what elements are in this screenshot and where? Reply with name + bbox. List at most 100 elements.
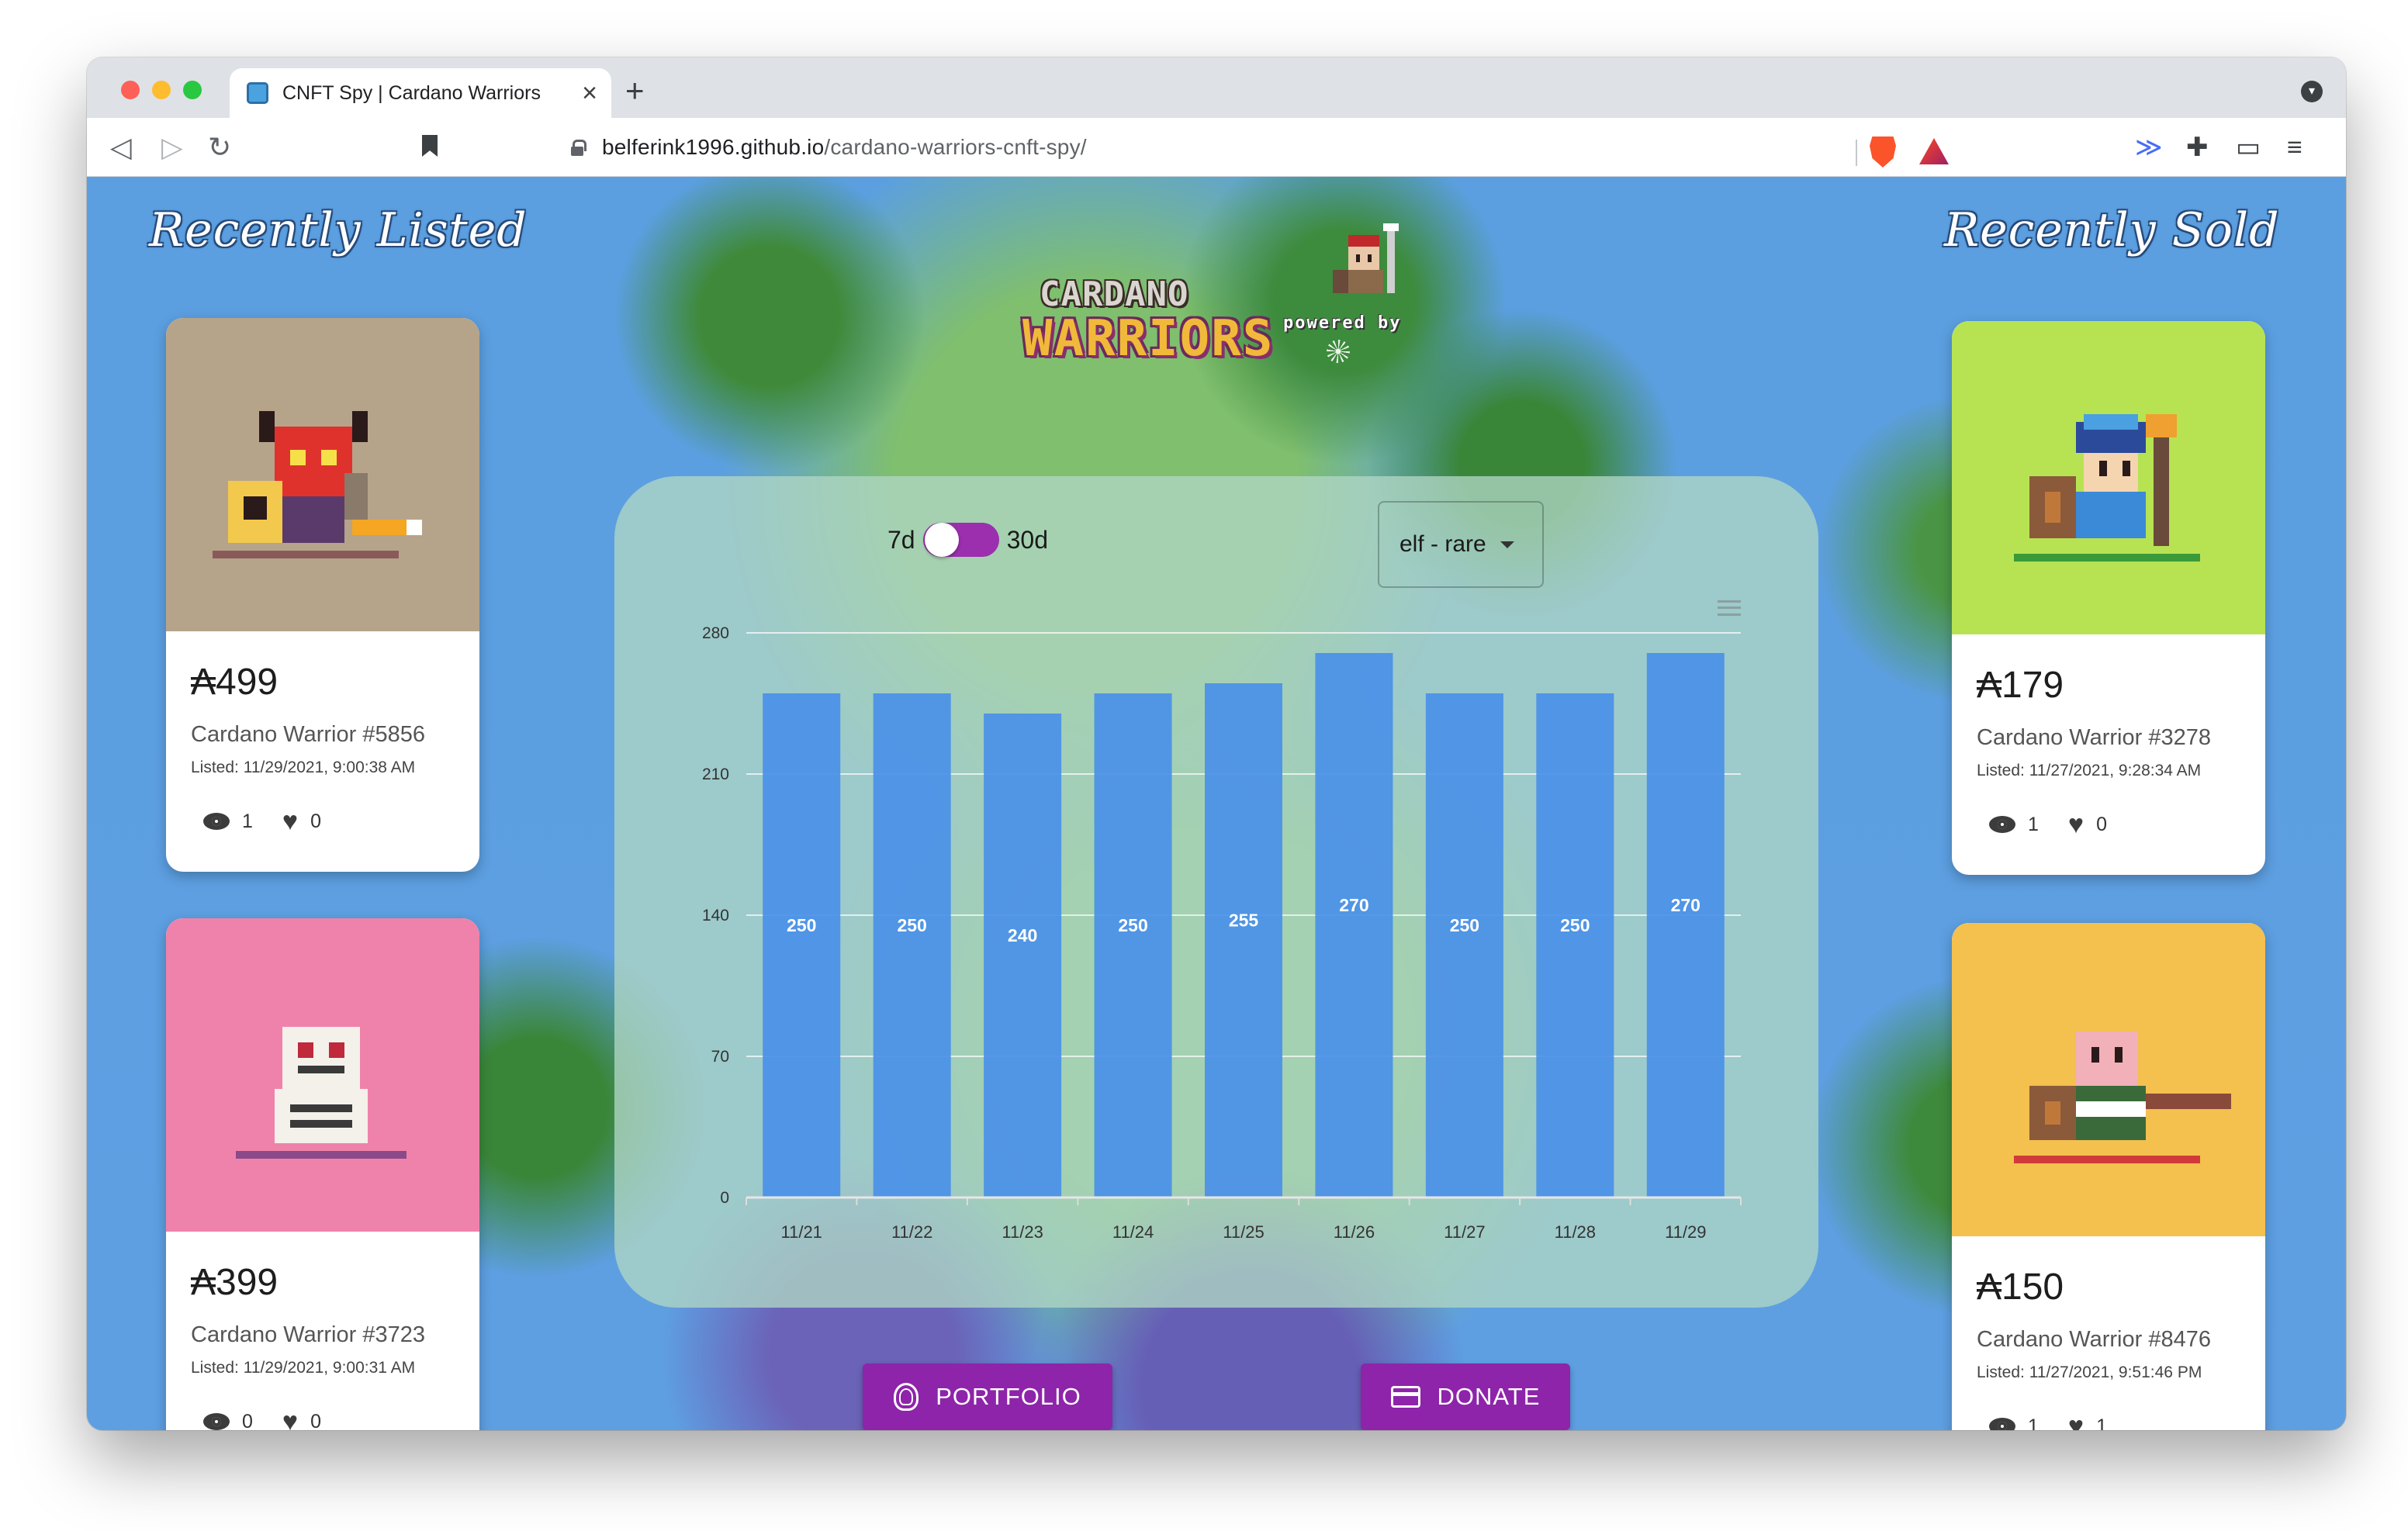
card-stats: 1 ♥ 1 [1977, 1413, 2240, 1430]
card-body: ₳179 Cardano Warrior #3278 Listed: 11/27… [1952, 634, 2265, 875]
skeleton-warrior-sprite [236, 1027, 407, 1159]
browser-tab[interactable]: CNFT Spy | Cardano Warriors × [230, 68, 611, 118]
wallet-icon[interactable]: ▭ [2236, 132, 2261, 163]
portfolio-label: PORTFOLIO [936, 1383, 1081, 1410]
heart-icon[interactable]: ♥ [2068, 811, 2084, 838]
nft-name[interactable]: Cardano Warrior #5856 [191, 722, 455, 748]
nft-image[interactable] [166, 918, 479, 1232]
sold-card-1[interactable]: ₳179 Cardano Warrior #3278 Listed: 11/27… [1952, 321, 2265, 875]
nft-image[interactable] [1952, 923, 2265, 1236]
bar [1536, 693, 1614, 1197]
listed-time: Listed: 11/29/2021, 9:00:31 AM [191, 1359, 416, 1377]
x-tick-label: 11/21 [781, 1222, 822, 1242]
data-label: 250 [1450, 915, 1479, 935]
back-icon[interactable]: ◁ [110, 130, 132, 164]
tab-favicon-icon [247, 82, 268, 104]
listed-card-2[interactable]: ₳399 Cardano Warrior #3723 Listed: 11/29… [166, 918, 479, 1430]
sold-card-2[interactable]: ₳150 Cardano Warrior #8476 Listed: 11/27… [1952, 923, 2265, 1430]
new-tab-icon[interactable]: + [625, 74, 645, 107]
card-body: ₳399 Cardano Warrior #3723 Listed: 11/29… [166, 1232, 479, 1430]
data-label: 255 [1229, 911, 1259, 931]
nft-name[interactable]: Cardano Warrior #3723 [191, 1322, 455, 1348]
url-host: belferink1996.github.io [602, 135, 825, 159]
x-tick-label: 11/26 [1334, 1222, 1375, 1242]
heart-icon[interactable]: ♥ [2068, 1413, 2084, 1430]
elf-warrior-sprite [2014, 414, 2200, 562]
like-count: 0 [2096, 813, 2107, 835]
recently-listed-title: Recently Listed [149, 203, 528, 257]
bar [1425, 693, 1503, 1197]
donate-button[interactable]: DONATE [1361, 1363, 1570, 1430]
card-body: ₳150 Cardano Warrior #8476 Listed: 11/27… [1952, 1236, 2265, 1430]
nft-name[interactable]: Cardano Warrior #8476 [1977, 1327, 2240, 1353]
listed-card-1[interactable]: ₳499 Cardano Warrior #5856 Listed: 11/29… [166, 318, 479, 872]
url-path: /cardano-warriors-cnft-spy/ [824, 135, 1087, 159]
bar [1205, 683, 1282, 1197]
lock-icon[interactable] [571, 140, 586, 156]
price: ₳499 [191, 662, 279, 703]
nft-image[interactable] [1952, 321, 2265, 634]
menu-icon[interactable]: ≡ [2287, 132, 2302, 163]
tab-search-icon[interactable]: ▾ [2301, 81, 2323, 102]
price-bar-chart: 0 70 140 210 280 250 11/21 250 11/22 240 11/23 250 1… [702, 624, 1742, 1242]
bookmark-icon[interactable] [422, 135, 438, 157]
browser-window: CNFT Spy | Cardano Warriors × + ▾ ◁ ▷ ↻ … [87, 57, 2346, 1430]
tab-bar: CNFT Spy | Cardano Warriors × + ▾ [87, 57, 2346, 118]
data-label: 250 [1118, 915, 1147, 935]
extension-icon[interactable]: ≫ [2135, 132, 2163, 163]
pig-warrior-sprite [2014, 1032, 2231, 1163]
donate-label: DONATE [1437, 1383, 1541, 1410]
reload-icon[interactable]: ↻ [208, 130, 231, 164]
x-tick-label: 11/22 [891, 1222, 932, 1242]
logo-text-warriors: WARRIORS [1022, 310, 1275, 368]
like-count: 0 [310, 810, 321, 832]
price: ₳150 [1977, 1267, 2064, 1308]
puzzle-icon[interactable]: ✚ [2186, 132, 2209, 163]
heart-icon[interactable]: ♥ [282, 1408, 298, 1430]
card-stats: 1 ♥ 0 [1977, 811, 2240, 838]
y-tick-label: 210 [702, 766, 729, 783]
cardano-warriors-logo: CARDANO WARRIORS powered by [1009, 223, 1505, 371]
eye-icon [1989, 816, 2015, 833]
nft-image[interactable] [166, 318, 479, 631]
tab-close-icon[interactable]: × [582, 80, 597, 106]
window-minimize-button[interactable] [152, 81, 171, 99]
x-tick-label: 11/27 [1444, 1222, 1485, 1242]
chart-panel: 7d 30d elf - rare 0 70 140 210 280 250 11/21 25… [614, 476, 1818, 1308]
x-tick-label: 11/29 [1665, 1222, 1706, 1242]
warrior-mascot-sprite [1333, 223, 1399, 293]
portfolio-button[interactable]: PORTFOLIO [863, 1363, 1112, 1430]
demon-warrior-sprite [213, 411, 422, 558]
like-count: 1 [2096, 1415, 2107, 1431]
window-close-button[interactable] [121, 81, 140, 99]
x-tick-label: 11/28 [1555, 1222, 1596, 1242]
listed-time: Listed: 11/27/2021, 9:51:46 PM [1977, 1363, 2202, 1381]
window-maximize-button[interactable] [183, 81, 202, 99]
fingerprint-icon [894, 1383, 919, 1411]
forward-icon[interactable]: ▷ [161, 130, 183, 164]
brave-rewards-icon[interactable] [1919, 138, 1949, 164]
y-tick-label: 280 [702, 624, 729, 642]
y-tick-label: 70 [711, 1048, 729, 1066]
eye-icon [203, 813, 230, 830]
data-label: 250 [897, 915, 926, 935]
data-label: 240 [1008, 925, 1037, 945]
view-count: 0 [242, 1410, 253, 1431]
brave-shields-icon[interactable] [1870, 137, 1896, 168]
y-tick-label: 140 [702, 907, 729, 924]
browser-toolbar: ◁ ▷ ↻ belferink1996.github.io/cardano-wa… [87, 118, 2346, 177]
listed-time: Listed: 11/29/2021, 9:00:38 AM [191, 759, 416, 776]
bar [1646, 653, 1725, 1197]
address-bar[interactable]: belferink1996.github.io/cardano-warriors… [464, 126, 1963, 169]
nft-name[interactable]: Cardano Warrior #3278 [1977, 725, 2240, 751]
heart-icon[interactable]: ♥ [282, 808, 298, 835]
view-count: 1 [242, 810, 253, 832]
divider [1856, 140, 1857, 166]
page-viewport: Recently Listed Recently Sold ₳499 Carda… [87, 177, 2346, 1430]
price: ₳399 [191, 1262, 279, 1303]
x-tick-label: 11/25 [1223, 1222, 1264, 1242]
card-stats: 1 ♥ 0 [191, 808, 455, 835]
data-label: 250 [787, 915, 816, 935]
card-body: ₳499 Cardano Warrior #5856 Listed: 11/29… [166, 631, 479, 872]
like-count: 0 [310, 1410, 321, 1431]
